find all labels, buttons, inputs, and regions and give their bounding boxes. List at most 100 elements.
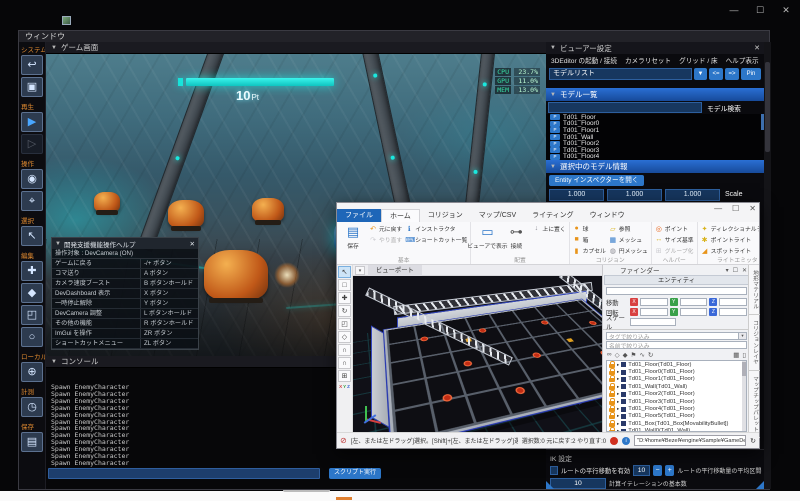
menu-camera-reset[interactable]: カメラリセット: [625, 55, 671, 65]
zoom-tool-button[interactable]: ○: [21, 327, 43, 347]
minimize-icon[interactable]: —: [728, 5, 740, 16]
move-y-field[interactable]: [680, 298, 708, 306]
tab-mapchip-palette[interactable]: マップチップパレット: [749, 371, 760, 438]
gauge-button[interactable]: ◷: [21, 397, 43, 417]
viewport-tab[interactable]: ビューポート: [368, 265, 422, 276]
ribbon-sphere-button[interactable]: ●球: [573, 223, 606, 234]
entity-marker[interactable]: [514, 386, 526, 395]
rotate-tool-button[interactable]: ↻: [338, 305, 351, 317]
tree-item[interactable]: ▸Td01_Floor1(Td01_Floor): [607, 376, 746, 383]
chevron-down-icon[interactable]: ▼: [694, 68, 707, 80]
dock-icon[interactable]: ☐: [733, 267, 738, 274]
tree-item[interactable]: ▸Td01_Floor2(Td01_Floor): [607, 391, 746, 398]
ik-value[interactable]: 10: [633, 465, 650, 476]
move-tool-button[interactable]: ✚: [21, 261, 43, 281]
viewport-scene[interactable]: [353, 276, 602, 434]
entity-marker[interactable]: [531, 352, 542, 358]
ribbon-shortcut-list-button[interactable]: ⌨ショートカット一覧: [405, 234, 467, 245]
ribbon-instructor-button[interactable]: ℹインストラクタ: [405, 223, 467, 234]
error-indicator-icon[interactable]: [610, 437, 618, 445]
refresh-icon[interactable]: ↻: [750, 437, 756, 445]
play-button[interactable]: ▶: [21, 112, 43, 132]
ik-enable-checkbox[interactable]: [550, 466, 558, 475]
entity-marker[interactable]: [478, 328, 487, 333]
close-icon[interactable]: ✕: [749, 204, 756, 213]
snap-grid-button[interactable]: ⊞: [338, 370, 351, 382]
close-icon[interactable]: ✕: [780, 5, 792, 16]
tab-terrain-material[interactable]: 地形マテリアル: [749, 265, 760, 315]
tree-item[interactable]: ▸Td01_Floor3(Td01_Floor): [607, 398, 746, 405]
snap-rotate-button[interactable]: ∩: [338, 357, 351, 369]
refresh-icon[interactable]: ↻: [648, 351, 653, 359]
open-inspector-button[interactable]: Entity インスペクターを開く: [549, 175, 644, 186]
scrollbar-thumb[interactable]: [742, 362, 746, 376]
rotate-z-field[interactable]: [719, 308, 747, 316]
rotate-x-field[interactable]: [640, 308, 668, 316]
camera-reset-button[interactable]: ⌖: [21, 191, 43, 211]
tree-item[interactable]: ▸Td01_Box(Td01_Box[MovabilityBullet]): [607, 420, 746, 427]
link-icon[interactable]: ∞: [607, 351, 612, 358]
game-panel-header[interactable]: ▼ ゲーム画面: [46, 42, 546, 54]
panel-scrollbar[interactable]: [764, 42, 771, 489]
scale-tool-button[interactable]: ◰: [338, 318, 351, 330]
close-icon[interactable]: ✕: [190, 240, 195, 248]
tree-item[interactable]: ▸Td01_Floor4(Td01_Floor): [607, 405, 746, 412]
tab-file[interactable]: ファイル: [337, 209, 381, 222]
ribbon-box-button[interactable]: ■箱: [573, 234, 606, 245]
maximize-icon[interactable]: ☐: [732, 204, 739, 213]
tab-window[interactable]: ウィンドウ: [582, 209, 633, 222]
entity-marker[interactable]: [588, 321, 598, 326]
console-input[interactable]: [48, 468, 320, 479]
tab-home[interactable]: ホーム: [381, 209, 420, 222]
scale-tool-button[interactable]: ◰: [21, 305, 43, 325]
tab-entity[interactable]: エンティティ: [604, 275, 749, 285]
tab-lighting[interactable]: ライティング: [524, 209, 581, 222]
ribbon-save-button[interactable]: ▤ 保存: [340, 223, 366, 257]
model-search-input[interactable]: [548, 102, 702, 113]
ribbon-undo-button[interactable]: ↶元に戻す: [369, 223, 402, 234]
grid-view-icon[interactable]: ▦: [733, 351, 739, 359]
scale-y[interactable]: 1.000: [607, 189, 662, 201]
project-path-field[interactable]: "D:¥home¥Bezel¥engine¥Sample¥GameDe...: [634, 435, 746, 446]
tree-item[interactable]: ▸Td01_Floor5(Td01_Floor): [607, 413, 746, 420]
wave-icon[interactable]: ∿: [639, 351, 644, 359]
model-info-header[interactable]: ▼ 選択中のモデル情報: [546, 160, 764, 173]
model-list-header[interactable]: ▼ モデル一覧: [546, 88, 764, 101]
prev-button[interactable]: <=: [709, 68, 723, 80]
move-z-field[interactable]: [719, 298, 747, 306]
ribbon-show-in-viewer-button[interactable]: ▭ ビューアで表示: [474, 223, 500, 257]
entity-name-field[interactable]: [606, 287, 747, 295]
entity-marker[interactable]: [463, 360, 473, 367]
close-icon[interactable]: ✕: [742, 267, 747, 274]
rect-select-button[interactable]: □: [338, 279, 351, 291]
increment-button[interactable]: +: [665, 465, 674, 476]
tab-map-csv[interactable]: マップ/CSV: [471, 209, 524, 222]
trash-icon[interactable]: ▯: [742, 351, 746, 359]
select-tool-button[interactable]: ↖: [21, 226, 43, 246]
select-child-icon[interactable]: ◆: [623, 351, 628, 359]
chevron-down-icon[interactable]: ▾: [355, 266, 365, 275]
axis-filter-button[interactable]: XYZ: [337, 384, 352, 389]
resize-grip[interactable]: [756, 481, 764, 489]
close-icon[interactable]: ✕: [754, 44, 760, 52]
entity-marker[interactable]: [442, 393, 453, 402]
info-icon[interactable]: i: [622, 437, 630, 445]
entity-marker[interactable]: [420, 336, 429, 342]
scale-x[interactable]: 1.000: [549, 189, 604, 201]
move-x-field[interactable]: [640, 298, 668, 306]
save-button[interactable]: ▤: [21, 432, 43, 452]
model-list-item[interactable]: PTd01_Floor4: [546, 154, 764, 160]
help-title-bar[interactable]: ▼ 開発支援機能操作ヘルプ ✕: [52, 238, 198, 249]
tree-item[interactable]: ▸Td01_Floor(Td01_Floor): [607, 361, 746, 368]
select-tool-button[interactable]: ↖: [338, 266, 351, 278]
rotate-tool-button[interactable]: ◆: [21, 283, 43, 303]
desktop-icon[interactable]: [62, 16, 71, 25]
rotate-y-field[interactable]: [680, 308, 708, 316]
run-script-button[interactable]: スクリプト実行: [329, 468, 381, 479]
item-cube[interactable]: [566, 338, 574, 342]
combo-value[interactable]: モデルリスト: [549, 68, 692, 80]
dev-camera-button[interactable]: ◉: [21, 169, 43, 189]
menu-help[interactable]: ヘルプ表示: [726, 55, 759, 65]
ribbon-redo-button[interactable]: ↷やり直す: [369, 234, 402, 245]
tree-scrollbar[interactable]: [742, 361, 746, 431]
